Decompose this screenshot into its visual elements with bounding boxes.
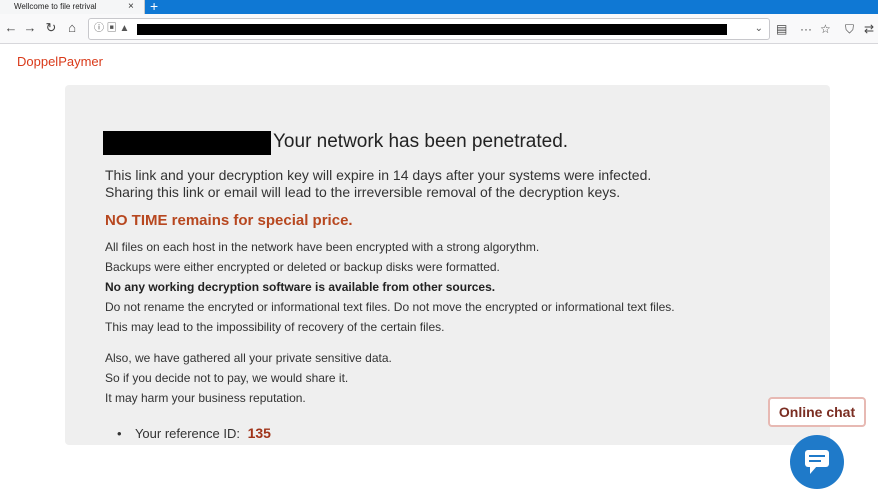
data-leak-paragraph: Also, we have gathered all your private … (105, 348, 392, 408)
tab-bar: Wellcome to file retrival × + (0, 0, 878, 14)
paragraph-line: So if you decide not to pay, we would sh… (105, 371, 349, 385)
reference-id-label: Your reference ID: (134, 426, 240, 441)
tab-title: Wellcome to file retrival (14, 2, 97, 11)
extension-icon[interactable]: ⇄ (864, 21, 874, 37)
paragraph-line: It may harm your business reputation. (105, 391, 306, 405)
paragraph-line: All files on each host in the network ha… (105, 240, 540, 254)
special-price-alert: NO TIME remains for special price. (105, 212, 353, 229)
new-tab-button[interactable]: + (150, 0, 158, 13)
shield-icon[interactable]: ⛉ (845, 21, 854, 37)
paragraph-line: Backups were either encrypted or deleted… (105, 260, 500, 274)
reference-id-value: 135 (247, 425, 271, 441)
encryption-paragraph: All files on each host in the network ha… (105, 237, 675, 337)
paragraph-line: This may lead to the impossibility of re… (105, 320, 445, 334)
page-title: Your network has been penetrated. (273, 131, 569, 152)
bookmark-star-icon[interactable]: ☆ (820, 21, 831, 37)
expire-line: Sharing this link or email will lead to … (105, 184, 621, 200)
more-icon[interactable]: ··· (800, 21, 812, 37)
expire-line: This link and your decryption key will e… (105, 167, 652, 183)
chevron-down-icon[interactable]: ⌄ (755, 21, 763, 37)
paragraph-line-bold: No any working decryption software is av… (105, 280, 496, 294)
reference-id: • Your reference ID: 135 (117, 425, 271, 441)
chat-bubble-icon (805, 450, 829, 474)
address-bar[interactable]: ⓘ ▣ ▲ ⌄ (88, 18, 770, 40)
bullet: • (117, 426, 122, 441)
back-icon[interactable]: ← (2, 19, 20, 37)
paragraph-line: Do not rename the encryted or informatio… (105, 300, 675, 314)
brand-logo: DoppelPaymer (17, 54, 103, 69)
tab-active[interactable]: Wellcome to file retrival × (0, 0, 145, 14)
reload-icon[interactable]: ↻ (42, 19, 60, 37)
page-content: DoppelPaymer Your network has been penet… (0, 45, 878, 489)
site-info-icon[interactable]: ⓘ ▣ ▲ (94, 21, 129, 37)
expire-notice: This link and your decryption key will e… (105, 167, 651, 201)
reader-view-icon[interactable]: ▤ (776, 21, 787, 37)
ransom-note-panel: Your network has been penetrated. This l… (65, 85, 830, 445)
browser-toolbar: ← → ↻ ⌂ ⓘ ▣ ▲ ⌄ ▤ ··· ☆ ⛉ ⇄ (0, 14, 878, 44)
tab-close-icon[interactable]: × (128, 0, 134, 13)
paragraph-line: Also, we have gathered all your private … (105, 351, 392, 365)
redacted-company (103, 131, 271, 155)
online-chat-label[interactable]: Online chat (768, 397, 866, 427)
forward-icon[interactable]: → (21, 19, 39, 37)
redacted-url (137, 24, 727, 35)
online-chat-button[interactable] (790, 435, 844, 489)
home-icon[interactable]: ⌂ (63, 19, 81, 37)
